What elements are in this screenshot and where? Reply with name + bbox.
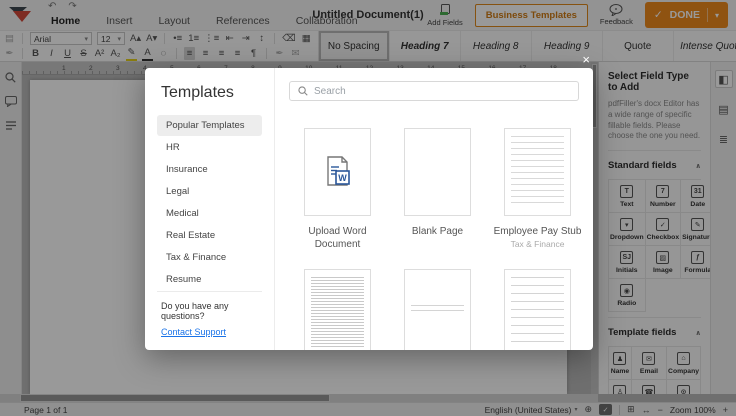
modal-category-list: Popular TemplatesHRInsuranceLegalMedical… (157, 115, 262, 291)
template-thumbnail: W (304, 128, 371, 216)
svg-text:W: W (338, 173, 347, 183)
modal-title: Templates (157, 84, 262, 102)
template-thumbnail (304, 269, 371, 350)
template-card[interactable]: W Upload Word Document (289, 128, 386, 252)
modal-sidebar: Templates Popular TemplatesHRInsuranceLe… (145, 68, 275, 350)
modal-category-item[interactable]: Real Estate (157, 225, 262, 246)
template-card[interactable] (489, 269, 586, 350)
modal-category-item[interactable]: Medical (157, 203, 262, 224)
template-card-label: Blank Page (389, 225, 486, 238)
close-icon[interactable]: × (582, 53, 590, 66)
modal-category-item[interactable]: HR (157, 137, 262, 158)
contact-support-link[interactable]: Contact Support (161, 327, 226, 337)
modal-category-item[interactable]: Legal (157, 181, 262, 202)
support-question: Do you have any questions? (161, 301, 258, 321)
modal-footer: Do you have any questions? Contact Suppo… (157, 291, 262, 340)
template-card[interactable] (389, 269, 486, 350)
modal-category-item[interactable]: Tax & Finance (157, 247, 262, 268)
template-thumbnail (404, 128, 471, 216)
template-card-category: Tax & Finance (489, 239, 586, 249)
template-thumbnail (504, 128, 571, 216)
template-card[interactable]: Employee Pay Stub Tax & Finance (489, 128, 586, 252)
modal-category-item[interactable]: Popular Templates (157, 115, 262, 136)
search-icon (298, 86, 308, 96)
modal-body: W Upload Word Document Blank Page (275, 68, 593, 350)
template-card[interactable] (289, 269, 386, 350)
template-card-label: Upload Word Document (289, 225, 386, 251)
template-search[interactable] (289, 81, 579, 101)
template-thumbnail (504, 269, 571, 350)
templates-modal: × Templates Popular TemplatesHRInsurance… (145, 68, 593, 350)
template-card-label: Employee Pay Stub (489, 225, 586, 238)
modal-category-item[interactable]: Resume (157, 269, 262, 290)
templates-modal-inner: Templates Popular TemplatesHRInsuranceLe… (145, 68, 593, 350)
template-thumbnail (404, 269, 471, 350)
app-root: ↶ ↷ HomeInsertLayoutReferencesCollaborat… (0, 0, 736, 416)
template-search-input[interactable] (314, 86, 570, 97)
template-cards: W Upload Word Document Blank Page (289, 128, 579, 350)
template-card[interactable]: Blank Page (389, 128, 486, 252)
modal-category-item[interactable]: Insurance (157, 159, 262, 180)
